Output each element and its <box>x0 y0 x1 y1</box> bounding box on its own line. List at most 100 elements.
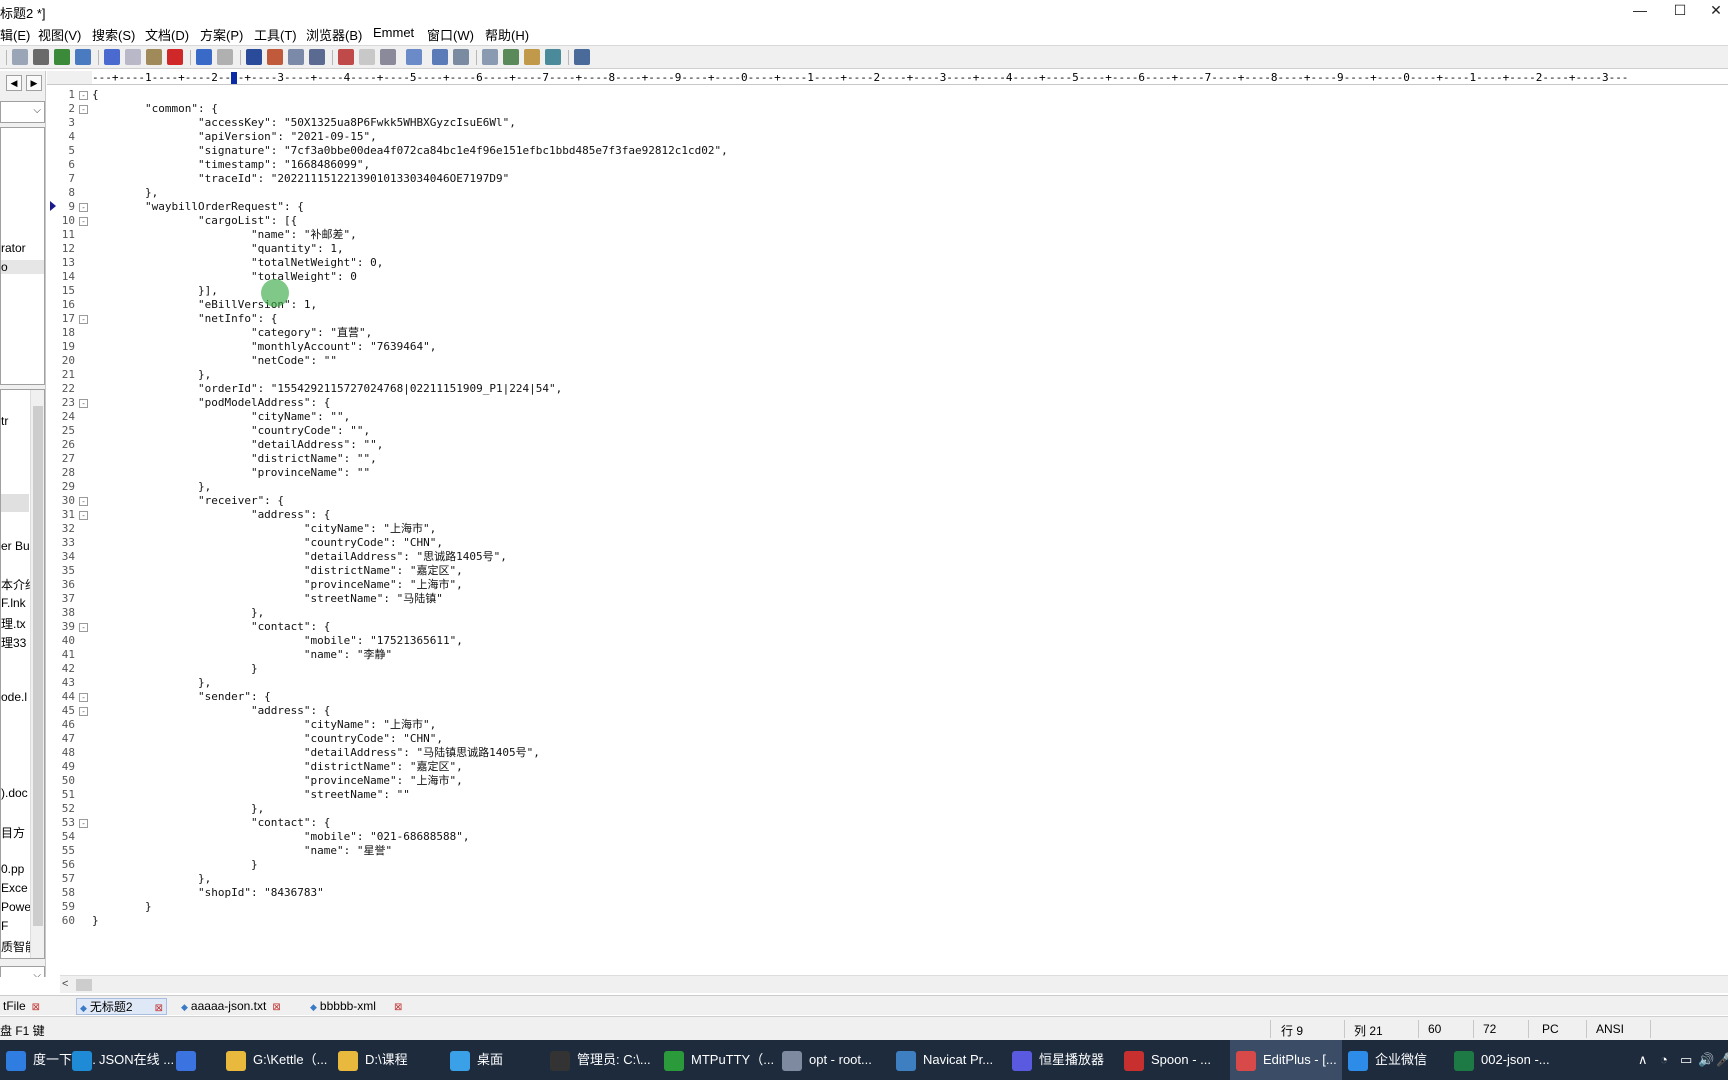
code-text[interactable]: "timestamp": "1668486099", <box>92 158 370 172</box>
code-text[interactable]: "cityName": "上海市", <box>92 718 436 732</box>
code-line[interactable]: 27 "districtName": "", <box>47 452 1727 466</box>
spellcheck-icon[interactable] <box>54 49 70 65</box>
fold-toggle-icon[interactable]: - <box>79 623 88 632</box>
microphone-icon[interactable]: 🎤 <box>1716 1052 1728 1068</box>
file-item[interactable]: F.lnk <box>1 596 26 610</box>
code-text[interactable]: "name": "补邮差", <box>92 228 357 242</box>
code-text[interactable]: "contact": { <box>92 620 330 634</box>
taskbar-item[interactable]: 企业微信 <box>1342 1040 1448 1080</box>
code-text[interactable]: { <box>92 88 99 102</box>
code-text[interactable]: "receiver": { <box>92 494 284 508</box>
code-text[interactable]: "districtName": "嘉定区", <box>92 564 463 578</box>
code-line[interactable]: 20 "netCode": "" <box>47 354 1727 368</box>
code-line[interactable]: 8 }, <box>47 186 1727 200</box>
menu-browser[interactable]: 浏览器(B) <box>306 25 362 44</box>
taskbar-item[interactable]: 度一下，... <box>0 1040 96 1080</box>
code-text[interactable]: "detailAddress": "思诚路1405号", <box>92 550 507 564</box>
code-line[interactable]: 52 }, <box>47 802 1727 816</box>
code-line[interactable]: 11 "name": "补邮差", <box>47 228 1727 242</box>
code-text[interactable]: "provinceName": "上海市", <box>92 578 463 592</box>
folder-item[interactable]: o <box>1 260 44 274</box>
code-line[interactable]: 41 "name": "李静" <box>47 648 1727 662</box>
full-screen-icon[interactable] <box>545 49 561 65</box>
fold-toggle-icon[interactable]: - <box>79 203 88 212</box>
code-line[interactable]: 55 "name": "星誉" <box>47 844 1727 858</box>
file-item[interactable]: 目方 <box>1 824 25 841</box>
code-text[interactable]: }, <box>92 480 211 494</box>
print-icon[interactable] <box>33 49 49 65</box>
horizontal-scrollbar[interactable]: < <box>60 975 1728 993</box>
folder-tree[interactable]: rator o <box>0 127 45 385</box>
fold-toggle-icon[interactable]: - <box>79 399 88 408</box>
code-line[interactable]: 10- "cargoList": [{ <box>47 214 1727 228</box>
code-text[interactable]: "shopId": "8436783" <box>92 886 324 900</box>
code-text[interactable]: } <box>92 914 99 928</box>
code-text[interactable]: }, <box>92 186 158 200</box>
code-line[interactable]: 17- "netInfo": { <box>47 312 1727 326</box>
code-text[interactable]: "cityName": "上海市", <box>92 522 436 536</box>
code-line[interactable]: 54 "mobile": "021-68688588", <box>47 830 1727 844</box>
code-line[interactable]: 30- "receiver": { <box>47 494 1727 508</box>
fold-toggle-icon[interactable]: - <box>79 511 88 520</box>
code-text[interactable]: "orderId": "1554292115727024768|02211151… <box>92 382 562 396</box>
code-text[interactable]: "cargoList": [{ <box>92 214 297 228</box>
code-text[interactable]: } <box>92 858 258 872</box>
code-text[interactable]: "mobile": "021-68688588", <box>92 830 470 844</box>
code-text[interactable]: "category": "直营", <box>92 326 372 340</box>
code-line[interactable]: 40 "mobile": "17521365611", <box>47 634 1727 648</box>
code-line[interactable]: 48 "detailAddress": "马陆镇思诚路1405号", <box>47 746 1727 760</box>
code-text[interactable]: "signature": "7cf3a0bbe00dea4f072ca84bc1… <box>92 144 728 158</box>
code-text[interactable]: "name": "星誉" <box>92 844 392 858</box>
code-line[interactable]: 47 "countryCode": "CHN", <box>47 732 1727 746</box>
code-line[interactable]: 16 "eBillVersion": 1, <box>47 298 1727 312</box>
battery-icon[interactable]: ▭ <box>1680 1052 1692 1068</box>
code-line[interactable]: 50 "provinceName": "上海市", <box>47 774 1727 788</box>
code-line[interactable]: 32 "cityName": "上海市", <box>47 522 1727 536</box>
taskbar-item[interactable]: MTPuTTY（... <box>658 1040 776 1080</box>
code-line[interactable]: 23- "podModelAddress": { <box>47 396 1727 410</box>
browser-preview-icon[interactable] <box>75 49 91 65</box>
code-text[interactable]: "netCode": "" <box>92 354 337 368</box>
code-line[interactable]: 51 "streetName": "" <box>47 788 1727 802</box>
code-text[interactable]: "totalNetWeight": 0, <box>92 256 383 270</box>
code-line[interactable]: 57 }, <box>47 872 1727 886</box>
goto-line-icon[interactable] <box>309 49 325 65</box>
code-line[interactable]: 12 "quantity": 1, <box>47 242 1727 256</box>
code-line[interactable]: 59 } <box>47 900 1727 914</box>
taskbar-item[interactable]: EditPlus - [... <box>1230 1040 1342 1080</box>
code-text[interactable]: "countryCode": "CHN", <box>92 536 443 550</box>
code-line[interactable]: 56 } <box>47 858 1727 872</box>
code-line[interactable]: 6 "timestamp": "1668486099", <box>47 158 1727 172</box>
taskbar-item[interactable]: 恒星播放器 <box>1006 1040 1118 1080</box>
code-text[interactable]: } <box>92 662 258 676</box>
file-item[interactable]: er Bu <box>1 539 30 553</box>
redo-icon[interactable] <box>217 49 233 65</box>
file-item[interactable]: Exce <box>1 881 28 895</box>
minimize-button[interactable]: — <box>1625 2 1655 18</box>
cut-icon[interactable] <box>104 49 120 65</box>
file-item[interactable]: Powe <box>1 900 31 914</box>
folder-item[interactable]: rator <box>1 241 26 255</box>
code-line[interactable]: 42 } <box>47 662 1727 676</box>
ruler-icon[interactable] <box>432 49 448 65</box>
fold-toggle-icon[interactable]: - <box>79 693 88 702</box>
code-line[interactable]: 36 "provinceName": "上海市", <box>47 578 1727 592</box>
tab-file[interactable]: tFile ⊠ <box>0 998 43 1015</box>
fold-toggle-icon[interactable]: - <box>79 315 88 324</box>
code-line[interactable]: 15 }], <box>47 284 1727 298</box>
code-text[interactable]: "provinceName": "上海市", <box>92 774 463 788</box>
taskbar-item[interactable]: 002-json -... <box>1448 1040 1558 1080</box>
code-text[interactable]: "countryCode": "", <box>92 424 370 438</box>
code-line[interactable]: 53- "contact": { <box>47 816 1727 830</box>
print-preview-icon[interactable] <box>12 49 28 65</box>
taskbar-item[interactable]: 管理员: C:\... <box>544 1040 658 1080</box>
taskbar-item[interactable]: JSON在线 ... <box>66 1040 174 1080</box>
file-item[interactable]: ode.l <box>1 690 27 704</box>
font-icon[interactable] <box>338 49 354 65</box>
code-text[interactable]: "contact": { <box>92 816 330 830</box>
code-text[interactable]: "quantity": 1, <box>92 242 344 256</box>
code-text[interactable]: }, <box>92 368 211 382</box>
code-line[interactable]: 60} <box>47 914 1727 928</box>
code-line[interactable]: 49 "districtName": "嘉定区", <box>47 760 1727 774</box>
menu-view[interactable]: 视图(V) <box>38 25 81 44</box>
